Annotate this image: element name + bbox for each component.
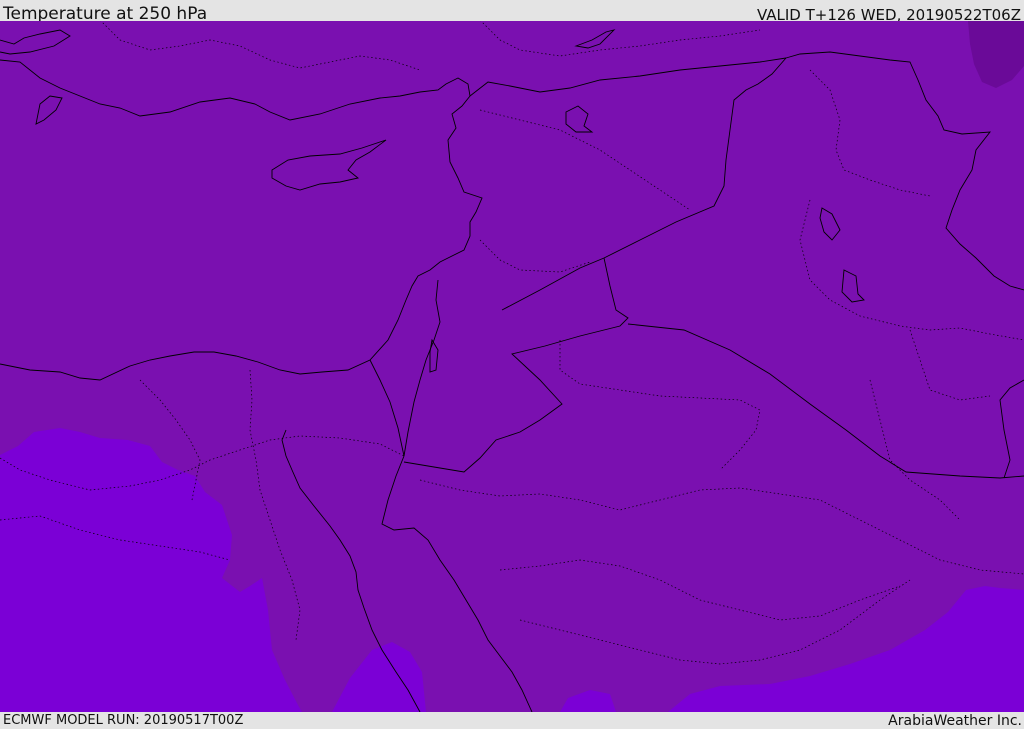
- map-canvas: [0, 21, 1024, 712]
- footer-bar: ECMWF MODEL RUN: 20190517T00Z ArabiaWeat…: [0, 712, 1024, 729]
- credit-label: ArabiaWeather Inc.: [888, 713, 1022, 729]
- header-bar: Temperature at 250 hPa VALID T+126 WED, …: [0, 0, 1024, 24]
- weather-map-frame: Temperature at 250 hPa VALID T+126 WED, …: [0, 0, 1024, 729]
- temperature-map[interactable]: [0, 21, 1024, 712]
- model-run-label: ECMWF MODEL RUN: 20190517T00Z: [3, 713, 244, 728]
